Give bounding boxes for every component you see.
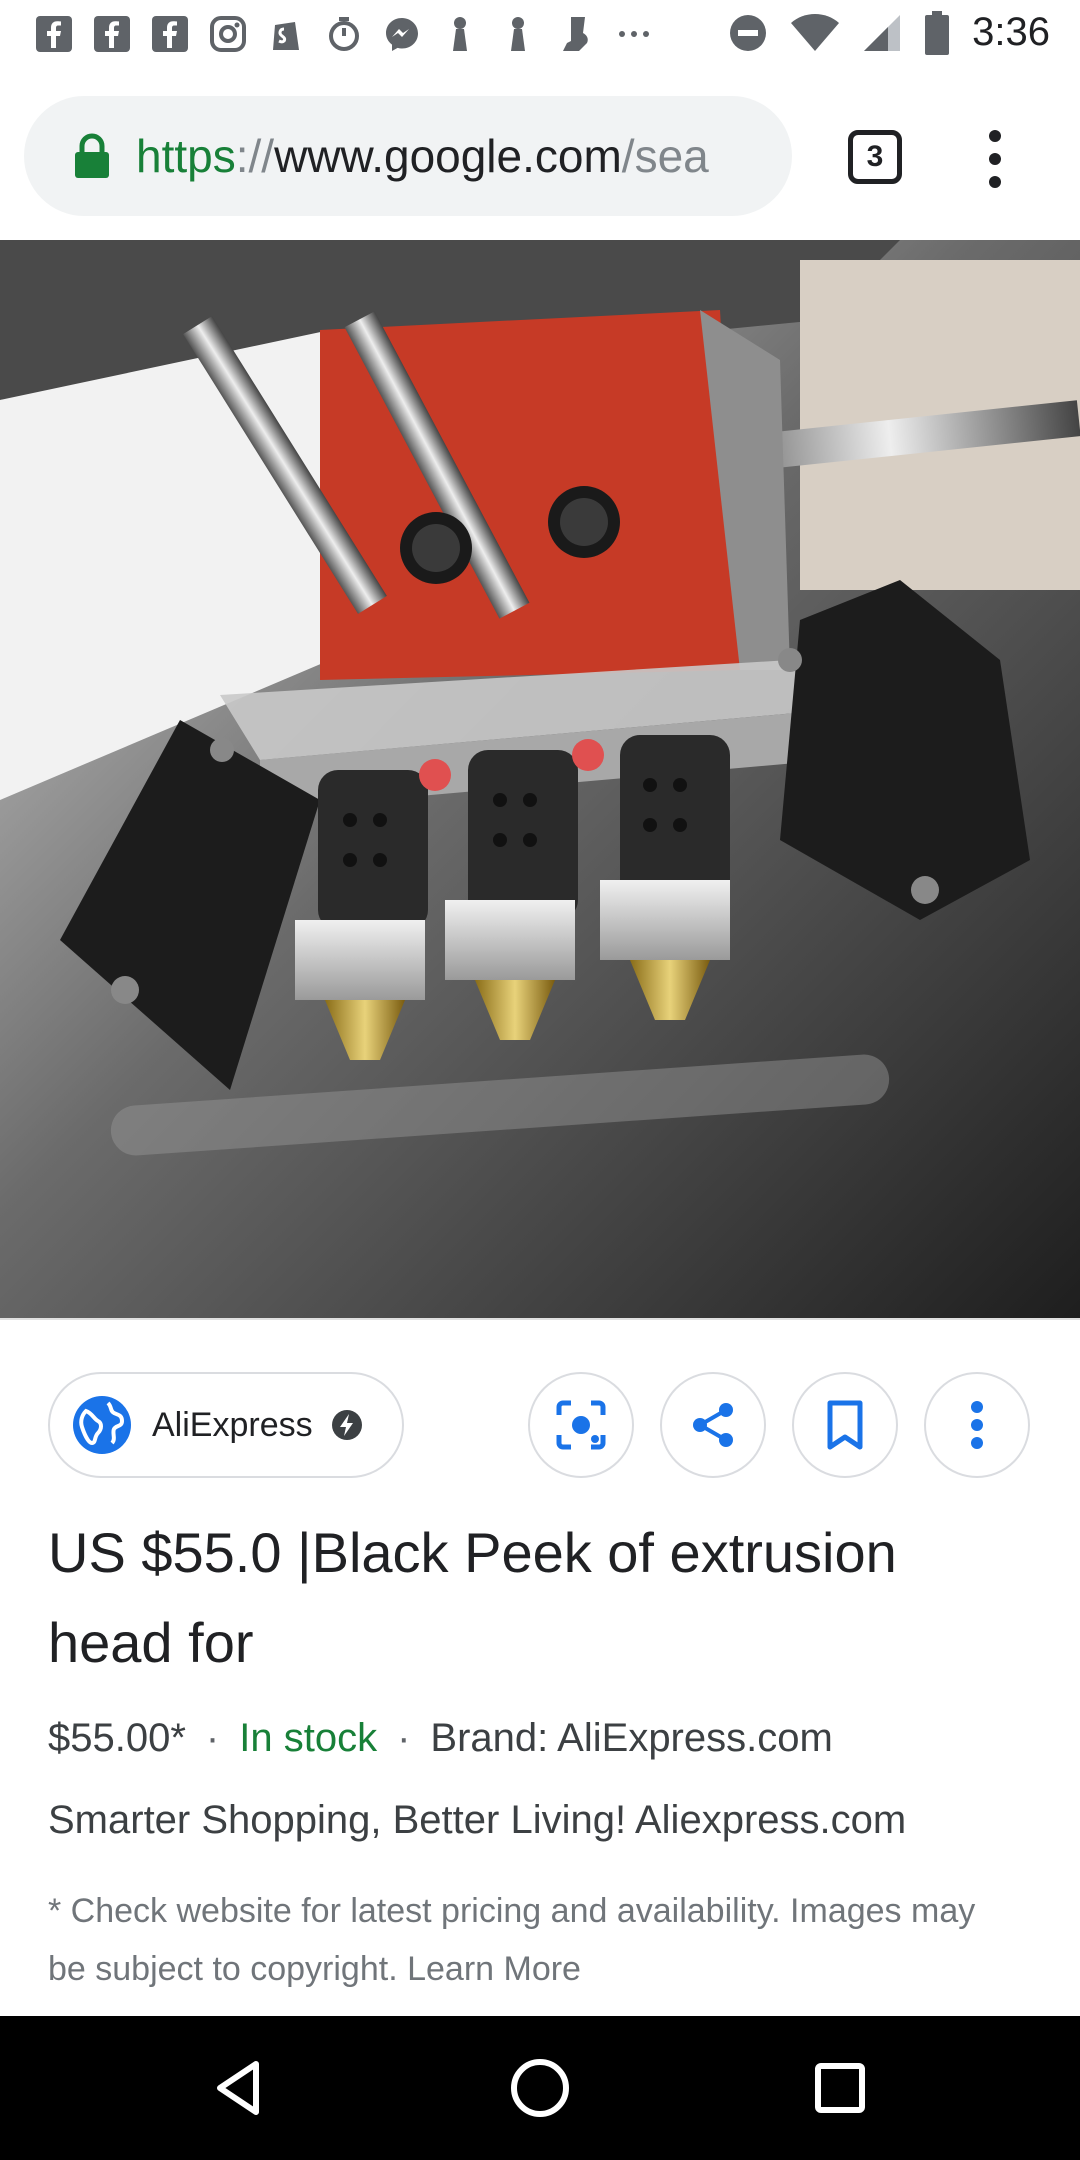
boot-icon [556, 14, 596, 54]
lens-icon [556, 1400, 606, 1450]
back-icon[interactable] [204, 2052, 276, 2124]
recents-icon[interactable] [804, 2052, 876, 2124]
figure-icon [498, 14, 538, 54]
result-title[interactable]: US $55.0 |Black Peek of extrusion head f… [48, 1508, 1028, 1688]
url-separator: :// [235, 130, 275, 182]
product-image[interactable] [0, 240, 1080, 1320]
wifi-icon [791, 13, 840, 51]
amp-lightning-icon [331, 1410, 362, 1440]
status-bar: 3:36 [0, 0, 1080, 72]
more-dots-icon [614, 14, 654, 54]
messenger-icon [382, 14, 422, 54]
clock: 3:36 [972, 10, 1050, 54]
more-vert-icon [971, 1401, 983, 1449]
url-text: https://www.google.com/sea [136, 129, 709, 183]
brand: Brand: AliExpress.com [430, 1716, 833, 1760]
result-meta: $55.00* · In stock · Brand: AliExpress.com [48, 1716, 833, 1761]
stopwatch-icon [324, 14, 364, 54]
browser-toolbar: https://www.google.com/sea 3 [0, 72, 1080, 240]
stock-status: In stock [239, 1716, 378, 1760]
result-description: Smarter Shopping, Better Living! Aliexpr… [48, 1798, 907, 1842]
instagram-icon [208, 14, 248, 54]
facebook-icon [150, 14, 190, 54]
facebook-icon [34, 14, 74, 54]
share-icon [693, 1403, 733, 1447]
tab-switcher-button[interactable]: 3 [848, 130, 902, 184]
tab-count: 3 [866, 140, 884, 173]
separator-dot: · [205, 1716, 220, 1760]
divider [0, 1318, 1080, 1320]
source-chip[interactable]: AliExpress [48, 1372, 404, 1478]
url-scheme: https [136, 130, 236, 182]
more-options-button[interactable] [924, 1372, 1030, 1478]
battery-icon [925, 10, 950, 55]
bookmark-icon [827, 1400, 863, 1450]
globe-icon [73, 1396, 131, 1454]
separator-dot: · [397, 1716, 411, 1760]
lens-search-button[interactable] [528, 1372, 634, 1478]
source-name: AliExpress [152, 1405, 313, 1444]
url-path: /sea [621, 130, 709, 182]
home-icon[interactable] [504, 2052, 576, 2124]
save-button[interactable] [792, 1372, 898, 1478]
url-host: www.google.com [274, 130, 622, 182]
facebook-icon [92, 14, 132, 54]
lock-icon [75, 133, 109, 178]
figure-icon [440, 14, 480, 54]
navigation-bar [0, 2016, 1080, 2160]
system-status: 3:36 [728, 10, 1050, 55]
shopify-icon [266, 14, 306, 54]
browser-menu-icon[interactable] [980, 128, 1010, 190]
extruder-illustration [0, 240, 1080, 1320]
do-not-disturb-icon [730, 14, 767, 51]
price: $55.00* [48, 1716, 186, 1760]
signal-icon [864, 14, 901, 51]
pricing-disclaimer: * Check website for latest pricing and a… [48, 1892, 976, 1988]
notification-icons [34, 14, 654, 54]
address-bar[interactable]: https://www.google.com/sea [24, 96, 792, 216]
share-button[interactable] [660, 1372, 766, 1478]
